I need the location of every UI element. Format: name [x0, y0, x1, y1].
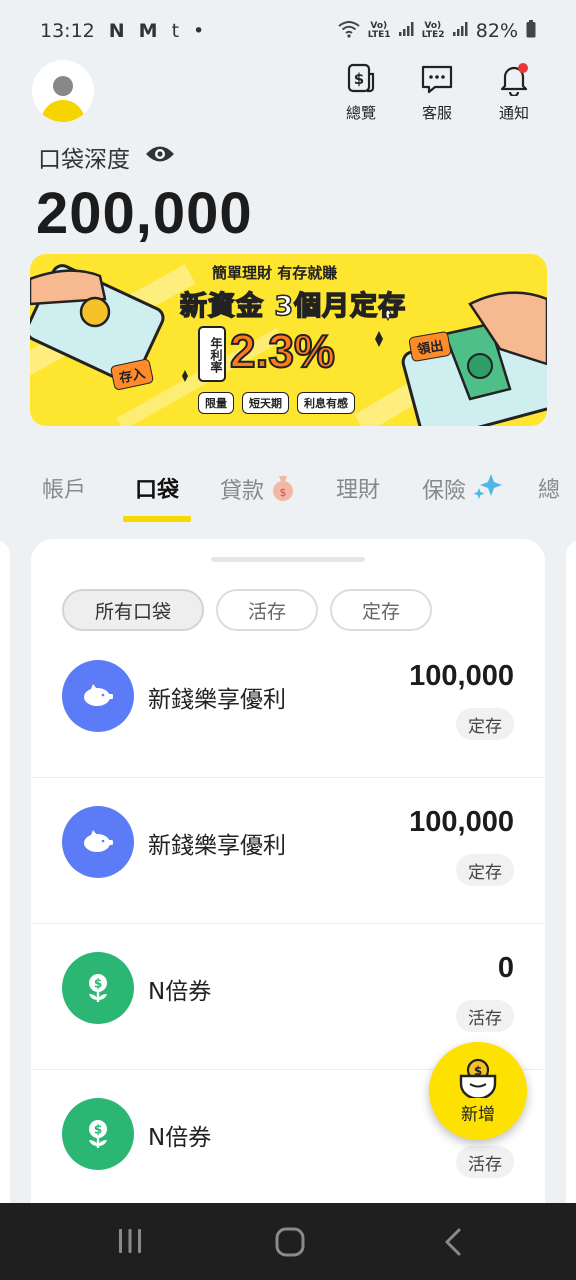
tab-active-indicator [123, 516, 191, 522]
pocket-type-badge: 定存 [456, 708, 514, 740]
sim2-label: Vo) LTE2 [421, 21, 445, 40]
sim1-label: Vo) LTE1 [367, 21, 391, 40]
notification-t-icon: t [171, 20, 180, 42]
support-button[interactable]: 客服 [407, 62, 467, 123]
status-time: 13:12 [40, 20, 95, 42]
banner-chip: 利息有感 [297, 392, 355, 414]
banner-rate-prefix: 年利率 [198, 326, 226, 382]
tab-loan-label: 貸款 [220, 479, 265, 504]
notify-label: 通知 [498, 104, 529, 122]
filter-time[interactable]: 定存 [330, 589, 432, 631]
piggy-bank-icon [62, 806, 134, 878]
pocket-name: N倍券 [148, 979, 212, 1005]
tab-pocket[interactable]: 口袋 [135, 472, 179, 504]
drag-handle[interactable] [211, 557, 365, 562]
signal1-icon [398, 20, 414, 42]
filter-all[interactable]: 所有口袋 [62, 589, 204, 631]
battery-percent: 82% [475, 20, 518, 42]
notification-button[interactable]: 通知 [484, 62, 544, 123]
money-plant-icon: $ [62, 952, 134, 1024]
pocket-type-badge: 定存 [456, 854, 514, 886]
tab-more[interactable]: 總 [538, 472, 560, 504]
notification-dot-icon: • [193, 20, 205, 42]
chat-icon [421, 65, 453, 94]
pocket-amount: 100,000 [409, 806, 514, 838]
notification-n-icon: N [108, 20, 125, 42]
support-label: 客服 [421, 104, 452, 122]
banner-chip: 短天期 [242, 392, 289, 414]
home-icon[interactable] [274, 1227, 306, 1261]
tab-insurance[interactable]: 保險 [422, 472, 503, 505]
banner-chips: 限量 短天期 利息有感 [198, 392, 355, 414]
svg-text:$: $ [94, 977, 102, 991]
side-card-left [0, 540, 10, 1220]
back-icon[interactable] [440, 1227, 466, 1261]
status-bar: 13:12 N M t • Vo) LTE1 Vo) LTE2 82% [0, 0, 576, 62]
overview-icon: $ [347, 63, 375, 93]
money-bag-icon: $ [273, 476, 294, 501]
pocket-balance: 200,000 [36, 181, 253, 246]
money-plant-icon: $ [62, 1098, 134, 1170]
svg-text:$: $ [354, 70, 364, 88]
add-pocket-label: 新增 [461, 1105, 495, 1125]
overview-label: 總覽 [345, 104, 376, 122]
banner-rate: 2.3% [229, 324, 336, 378]
promo-banner[interactable]: 簡單理財 有存就賺 新資金 3個月定存 年利率 2.3% 限量 短天期 利息有感… [30, 254, 547, 426]
piggy-bank-icon [62, 660, 134, 732]
sparkle-icon [473, 474, 503, 499]
avatar[interactable] [32, 60, 94, 122]
battery-icon [526, 19, 536, 43]
pocket-depth-label: 口袋深度 [38, 140, 176, 174]
wifi-icon [338, 20, 360, 43]
pocket-type-badge: 活存 [456, 1000, 514, 1032]
svg-text:$: $ [94, 1123, 102, 1137]
filter-demand[interactable]: 活存 [216, 589, 318, 631]
side-card-right [566, 540, 576, 1220]
overview-button[interactable]: $ 總覽 [331, 62, 391, 123]
svg-text:$: $ [280, 486, 287, 499]
pocket-name: N倍券 [148, 1125, 212, 1151]
signal2-icon [452, 20, 468, 42]
pocket-amount: 100,000 [409, 660, 514, 692]
pocket-row[interactable]: 新錢樂享優利 100,000 定存 [31, 632, 545, 778]
tab-loan[interactable]: 貸款 $ [220, 472, 295, 505]
main-tabs: 帳戶 口袋 貸款 $ 理財 保險 總 [0, 440, 576, 538]
coin-pocket-icon: $ [459, 1058, 497, 1098]
eye-icon[interactable] [144, 143, 176, 171]
tab-insurance-label: 保險 [422, 479, 467, 504]
pocket-type-badge: 活存 [456, 1146, 514, 1178]
system-nav-bar [0, 1203, 576, 1280]
filter-pills: 所有口袋 活存 定存 [62, 589, 432, 631]
add-pocket-button[interactable]: $ 新增 [429, 1042, 527, 1140]
pocket-name: 新錢樂享優利 [148, 687, 286, 713]
bell-icon [500, 63, 528, 96]
pocket-amount: 0 [497, 952, 514, 984]
banner-subtitle: 簡單理財 有存就賺 [212, 264, 338, 282]
tab-account[interactable]: 帳戶 [42, 472, 86, 504]
recents-icon[interactable] [116, 1227, 144, 1259]
banner-chip: 限量 [198, 392, 234, 414]
pocket-row[interactable]: 新錢樂享優利 100,000 定存 [31, 778, 545, 924]
pocket-name: 新錢樂享優利 [148, 833, 286, 859]
banner-title: 新資金 3個月定存 [179, 290, 407, 323]
tab-wealth[interactable]: 理財 [336, 472, 380, 504]
notification-m-icon: M [138, 20, 158, 42]
